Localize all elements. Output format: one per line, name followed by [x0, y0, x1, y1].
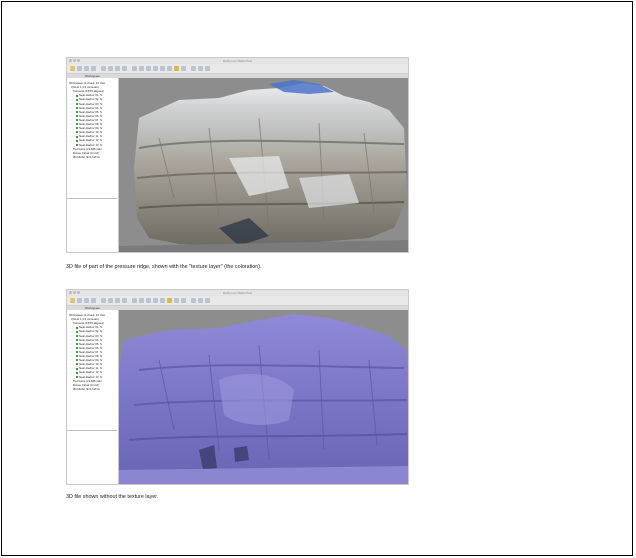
move-tool-icon[interactable]: [115, 298, 120, 303]
zoom-tool-icon[interactable]: [122, 298, 127, 303]
points-view-icon[interactable]: [146, 66, 151, 71]
wireframe-view-icon[interactable]: [181, 66, 186, 71]
enabled-check-icon[interactable]: [76, 98, 78, 101]
move-tool-icon[interactable]: [115, 66, 120, 71]
select-tool-icon[interactable]: [101, 298, 106, 303]
enabled-check-icon[interactable]: [76, 110, 78, 113]
enabled-check-icon[interactable]: [76, 367, 78, 370]
zoom-tool-icon[interactable]: [122, 66, 127, 71]
tree-item[interactable]: 3D Model (974,116 fa: [73, 387, 100, 391]
save-icon[interactable]: [77, 66, 82, 71]
enabled-check-icon[interactable]: [76, 115, 78, 118]
shaded-view-icon[interactable]: [160, 298, 165, 303]
main-toolbar: [67, 64, 408, 74]
enabled-check-icon[interactable]: [76, 347, 78, 350]
solid-view-icon[interactable]: [167, 298, 172, 303]
enabled-check-icon[interactable]: [76, 351, 78, 354]
crop-tool-icon[interactable]: [132, 298, 137, 303]
shaded-view-icon[interactable]: [160, 66, 165, 71]
open-folder-icon[interactable]: [70, 298, 75, 303]
enabled-check-icon[interactable]: [76, 131, 78, 134]
shaded-ice-ridge-model: [119, 314, 408, 484]
dense-cloud-view-icon[interactable]: [153, 298, 158, 303]
workspace-tree-panel: Workspace (1 chunk, 10 cam Chunk 1 (13 ca…: [67, 310, 119, 484]
rotate-tool-icon[interactable]: [108, 66, 113, 71]
panel-divider: [67, 430, 117, 431]
camera-view-icon[interactable]: [191, 66, 196, 71]
solid-view-icon[interactable]: [167, 66, 172, 71]
enabled-check-icon[interactable]: [76, 338, 78, 341]
camera-view-icon[interactable]: [191, 298, 196, 303]
redo-icon[interactable]: [91, 298, 96, 303]
tree-item[interactable]: 3D Model (974,116 fa: [73, 155, 100, 159]
measure-tool-icon[interactable]: [139, 66, 144, 71]
dense-cloud-view-icon[interactable]: [153, 66, 158, 71]
points-view-icon[interactable]: [146, 298, 151, 303]
caption-shaded: 3D file shown without the texture layer.: [66, 494, 159, 500]
enabled-check-icon[interactable]: [76, 334, 78, 337]
main-toolbar: [67, 296, 408, 306]
wireframe-view-icon[interactable]: [181, 298, 186, 303]
crop-tool-icon[interactable]: [132, 66, 137, 71]
enabled-check-icon[interactable]: [76, 359, 78, 362]
enabled-check-icon[interactable]: [76, 375, 78, 378]
enabled-check-icon[interactable]: [76, 135, 78, 138]
reset-view-icon[interactable]: [198, 298, 203, 303]
reset-view-icon[interactable]: [198, 66, 203, 71]
enabled-check-icon[interactable]: [76, 127, 78, 130]
enabled-check-icon[interactable]: [76, 94, 78, 97]
model-viewport[interactable]: [119, 78, 408, 252]
enabled-check-icon[interactable]: [76, 342, 78, 345]
select-tool-icon[interactable]: [101, 66, 106, 71]
texture-view-icon[interactable]: [174, 66, 179, 71]
tree-item-label: 3D Model (974,116 fa: [73, 154, 100, 159]
enabled-check-icon[interactable]: [76, 123, 78, 126]
enabled-check-icon[interactable]: [76, 106, 78, 109]
textured-ice-ridge-model: [119, 80, 408, 252]
panel-divider: [67, 198, 117, 199]
texture-view-icon[interactable]: [174, 298, 179, 303]
enabled-check-icon[interactable]: [76, 139, 78, 142]
enabled-check-icon[interactable]: [76, 102, 78, 105]
redo-icon[interactable]: [91, 66, 96, 71]
settings-icon[interactable]: [205, 66, 210, 71]
model-viewport[interactable]: [119, 310, 408, 484]
enabled-check-icon[interactable]: [76, 363, 78, 366]
enabled-check-icon[interactable]: [76, 371, 78, 374]
enabled-check-icon[interactable]: [76, 119, 78, 122]
screenshot-textured-model: Reference Reflectivity Workspace Workspa…: [66, 57, 409, 253]
undo-icon[interactable]: [84, 298, 89, 303]
rotate-tool-icon[interactable]: [108, 298, 113, 303]
open-folder-icon[interactable]: [70, 66, 75, 71]
settings-icon[interactable]: [205, 298, 210, 303]
tree-item-label: 3D Model (974,116 fa: [73, 386, 100, 391]
enabled-check-icon[interactable]: [76, 330, 78, 333]
enabled-check-icon[interactable]: [76, 326, 78, 329]
screenshot-shaded-model: Reference Reflectivity Workspace Workspa…: [66, 289, 409, 485]
enabled-check-icon[interactable]: [76, 143, 78, 146]
undo-icon[interactable]: [84, 66, 89, 71]
measure-tool-icon[interactable]: [139, 298, 144, 303]
save-icon[interactable]: [77, 298, 82, 303]
caption-textured: 3D file of part of the pressure ridge, s…: [66, 264, 262, 270]
workspace-tree-panel: Workspace (1 chunk, 10 cam Chunk 1 (13 ca…: [67, 78, 119, 252]
enabled-check-icon[interactable]: [76, 355, 78, 358]
